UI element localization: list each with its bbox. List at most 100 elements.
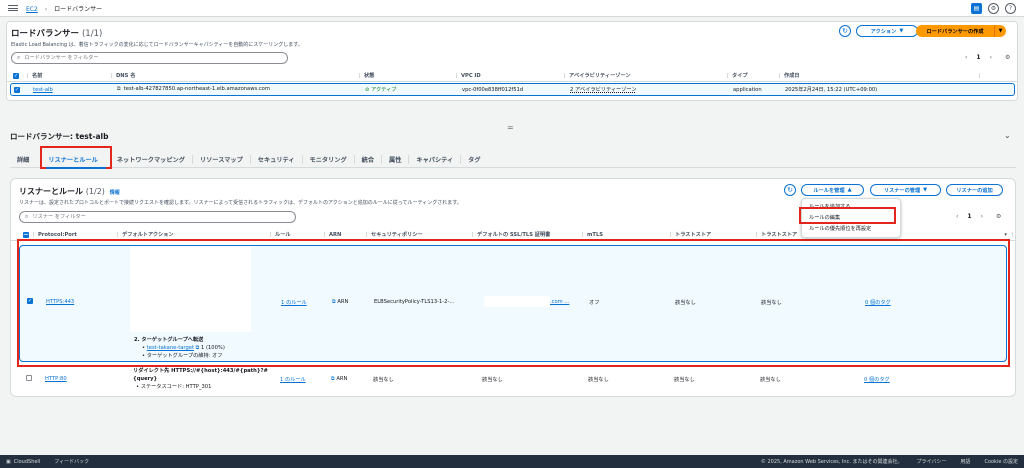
col-name[interactable]: 名前 <box>28 70 112 81</box>
col-rules[interactable]: ルール <box>271 229 325 240</box>
lb-search-input[interactable] <box>24 55 287 61</box>
tags-link[interactable]: 0 個のタグ <box>865 299 891 306</box>
col-default-action[interactable]: デフォルトアクション <box>118 229 271 240</box>
col-state[interactable]: 状態 <box>360 70 457 81</box>
lb-type: application <box>733 86 762 93</box>
default-action-cell: 2. ターゲットグループへ転送 • test-takane-target ⧉ 1… <box>134 337 225 359</box>
refresh-button[interactable]: ↻ <box>839 25 851 37</box>
manage-rules-button[interactable]: ルールを管理 ▲ <box>801 184 864 196</box>
listener-search-input-wrapper[interactable]: ⌕ <box>19 211 296 223</box>
tab-attributes[interactable]: 属性 <box>382 151 408 167</box>
col-vpc[interactable]: VPC ID <box>457 70 565 81</box>
row-checkbox[interactable]: ✓ <box>14 86 20 93</box>
caret-up-icon: ▲ <box>847 187 852 193</box>
preferences-icon[interactable]: ⚙ <box>1005 54 1010 61</box>
tab-details[interactable]: 詳細 <box>10 151 36 167</box>
col-created[interactable]: 作成日 <box>780 70 980 81</box>
menu-item-edit-rules[interactable]: ルールの編集 <box>802 212 900 223</box>
breadcrumb-ec2[interactable]: EC2 <box>26 6 38 13</box>
row-checkbox[interactable] <box>26 375 32 381</box>
protocol-link[interactable]: HTTP:80 <box>45 376 67 382</box>
tab-listeners-rules[interactable]: リスナーとルール <box>36 151 110 167</box>
search-icon: ⌕ <box>25 213 29 220</box>
target-weight: 1 (100%) <box>201 345 225 351</box>
terms-link[interactable]: 用語 <box>960 458 970 465</box>
cloudshell-link[interactable]: CloudShell <box>14 459 40 465</box>
menu-icon[interactable] <box>8 5 18 11</box>
lb-name-link[interactable]: test-alb <box>29 87 113 93</box>
select-all-checkbox[interactable]: — <box>23 231 29 238</box>
manage-listener-button[interactable]: リスナーの管理 ▼ <box>870 184 941 196</box>
create-dropdown-button[interactable]: ▼ <box>994 25 1006 37</box>
page-number[interactable]: 1 <box>967 213 971 220</box>
copy-icon[interactable]: ⧉ <box>117 86 121 92</box>
col-type[interactable]: タイプ <box>728 70 780 81</box>
col-mtls[interactable]: mTLS <box>583 229 671 240</box>
col-default-cert[interactable]: デフォルトの SSL/TLS 証明書 <box>473 229 583 240</box>
help-icon[interactable]: ? <box>1005 3 1016 14</box>
row-checkbox[interactable]: ✓ <box>27 298 33 304</box>
add-listener-button[interactable]: リスナーの追加 <box>946 184 1003 196</box>
redirect-status: ステータスコード: HTTP_301 <box>140 384 212 390</box>
col-protocol-port[interactable]: Protocol:Port <box>34 229 118 240</box>
copy-icon[interactable]: ⧉ <box>332 299 336 305</box>
listener-search-input[interactable] <box>32 214 295 220</box>
lb-created: 2025年2月24日, 15:22 (UTC+09:00) <box>785 87 878 93</box>
feedback-link[interactable]: フィードバック <box>54 458 89 465</box>
target-group-link[interactable]: test-takane-target <box>147 345 194 351</box>
tab-resource-map[interactable]: リソースマップ <box>193 151 250 167</box>
col-az[interactable]: アベイラビリティーゾーン <box>565 70 728 81</box>
redirect-line-2: {query} <box>133 376 158 382</box>
select-all-checkbox[interactable]: ✓ <box>13 72 19 79</box>
actions-label: アクション <box>870 28 897 35</box>
actions-button[interactable]: アクション ▼ <box>856 25 918 37</box>
cookie-link[interactable]: Cookie の設定 <box>984 458 1018 465</box>
listeners-refresh-button[interactable]: ↻ <box>784 184 796 196</box>
table-row[interactable]: HTTP:80 リダイレクト先 HTTPS://#{host}:443/#{pa… <box>19 366 1007 394</box>
col-dns[interactable]: DNS 名 <box>112 70 360 81</box>
copy-icon[interactable]: ⧉ <box>331 376 335 382</box>
redirect-line-1: リダイレクト先 HTTPS://#{host}:443/#{path}?# <box>133 368 268 374</box>
tags-link[interactable]: 0 個のタグ <box>864 376 890 383</box>
table-row[interactable]: ✓ HTTPS:443 2. ターゲットグループへ転送 • test-takan… <box>19 245 1007 362</box>
col-trust-store-1[interactable]: トラストストア <box>671 229 757 240</box>
create-load-balancer-button[interactable]: ロードバランサーの作成 <box>916 25 994 37</box>
breadcrumb-current: ロードバランサー <box>54 5 103 13</box>
tab-integrations[interactable]: 統合 <box>355 151 381 167</box>
listeners-count: (1/2) <box>85 187 105 196</box>
next-page-icon[interactable]: › <box>981 213 983 220</box>
lb-az[interactable]: 2 アベイラビリティーゾーン <box>566 86 729 93</box>
refresh-icon: ↻ <box>842 27 848 35</box>
menu-item-reorder-rules[interactable]: ルールの優先順位を再設定 <box>802 223 900 234</box>
cert-link[interactable]: .com ... <box>550 299 569 305</box>
col-security-policy[interactable]: セキュリティポリシー <box>367 229 473 240</box>
panel-resize-handle[interactable]: = <box>507 123 514 132</box>
lb-search-input-wrapper[interactable]: ⌕ <box>11 52 288 64</box>
detail-tabs: 詳細 リスナーとルール ネットワークマッピング リソースマップ セキュリティ モ… <box>10 151 1016 168</box>
mtls-value: 該当なし <box>588 377 609 383</box>
privacy-link[interactable]: プライバシー <box>917 458 947 465</box>
collapse-chevron-icon[interactable]: ⌄ <box>1004 131 1011 140</box>
protocol-link[interactable]: HTTPS:443 <box>46 299 74 305</box>
caret-down-icon: ▼ <box>923 187 928 193</box>
page-number[interactable]: 1 <box>976 54 980 61</box>
next-page-icon[interactable]: › <box>990 54 992 61</box>
settings-icon[interactable]: ⚙ <box>988 3 999 14</box>
tab-capacity[interactable]: キャパシティ <box>409 151 460 167</box>
tab-tags[interactable]: タグ <box>461 151 487 167</box>
info-link[interactable]: 情報 <box>110 190 120 196</box>
trust-store-2: 該当なし <box>760 377 781 383</box>
col-arn[interactable]: ARN <box>325 229 367 240</box>
prev-page-icon[interactable]: ‹ <box>956 213 958 220</box>
tab-network-mapping[interactable]: ネットワークマッピング <box>110 151 192 167</box>
cloudshell-icon[interactable]: ▣ <box>6 459 11 465</box>
prev-page-icon[interactable]: ‹ <box>965 54 967 61</box>
preferences-icon[interactable]: ⚙ <box>996 213 1001 220</box>
tab-monitoring[interactable]: モニタリング <box>303 151 354 167</box>
table-row[interactable]: ✓ test-alb ⧉ test-alb-427827850.ap-northe… <box>10 83 1015 96</box>
tab-security[interactable]: セキュリティ <box>251 151 302 167</box>
rules-link[interactable]: 1 のルール <box>281 299 307 306</box>
menu-item-add-rule[interactable]: ルールを追加する <box>802 201 900 212</box>
notifications-icon[interactable]: ▤ <box>971 3 982 14</box>
rules-link[interactable]: 1 のルール <box>280 376 306 383</box>
